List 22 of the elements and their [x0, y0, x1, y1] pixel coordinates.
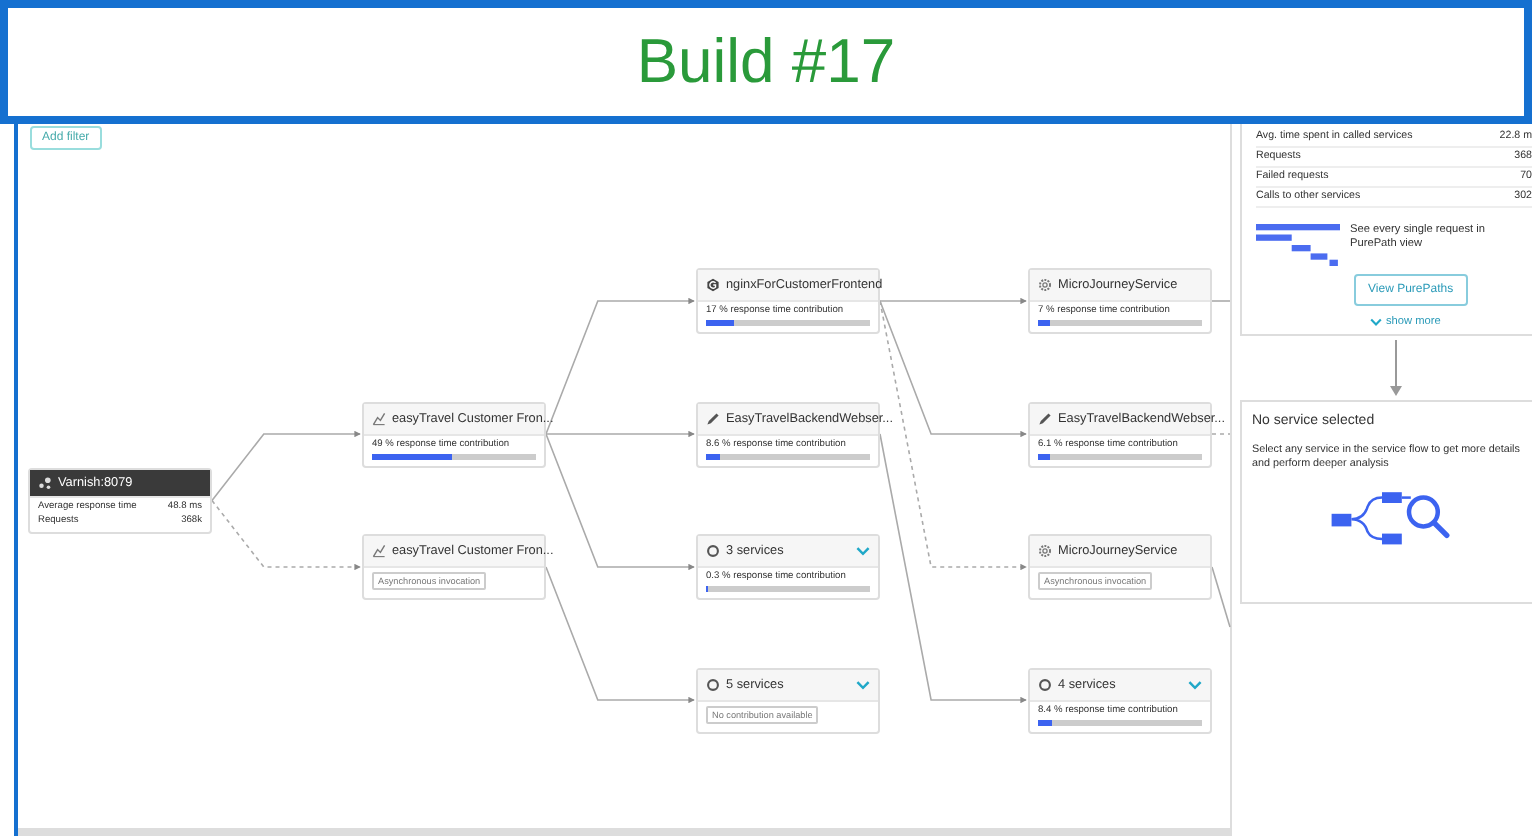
connector: [1211, 566, 1231, 628]
nodes-icon: [38, 475, 52, 490]
chart-icon: [372, 544, 386, 558]
chevron-icon[interactable]: [1188, 679, 1202, 689]
chart-icon: [372, 411, 386, 425]
chevron-icon[interactable]: [856, 546, 870, 556]
pen-icon: [706, 411, 720, 425]
hexagon-icon: [706, 278, 720, 292]
ring-icon: [706, 544, 720, 558]
chevron-icon: [1370, 318, 1382, 326]
ring-icon: [1038, 677, 1052, 691]
connector: [1211, 300, 1231, 302]
ring-icon: [706, 677, 720, 691]
down-arrow: [1388, 340, 1404, 396]
connector: [1211, 433, 1231, 435]
build-title: Build #17: [636, 26, 896, 98]
gear-icon: [1038, 278, 1052, 292]
gear-icon: [1038, 544, 1052, 558]
pen-icon: [1038, 411, 1052, 425]
chevron-icon[interactable]: [856, 679, 870, 689]
waterfall-icon: [1256, 224, 1340, 266]
scrollbar[interactable]: [18, 828, 1230, 836]
